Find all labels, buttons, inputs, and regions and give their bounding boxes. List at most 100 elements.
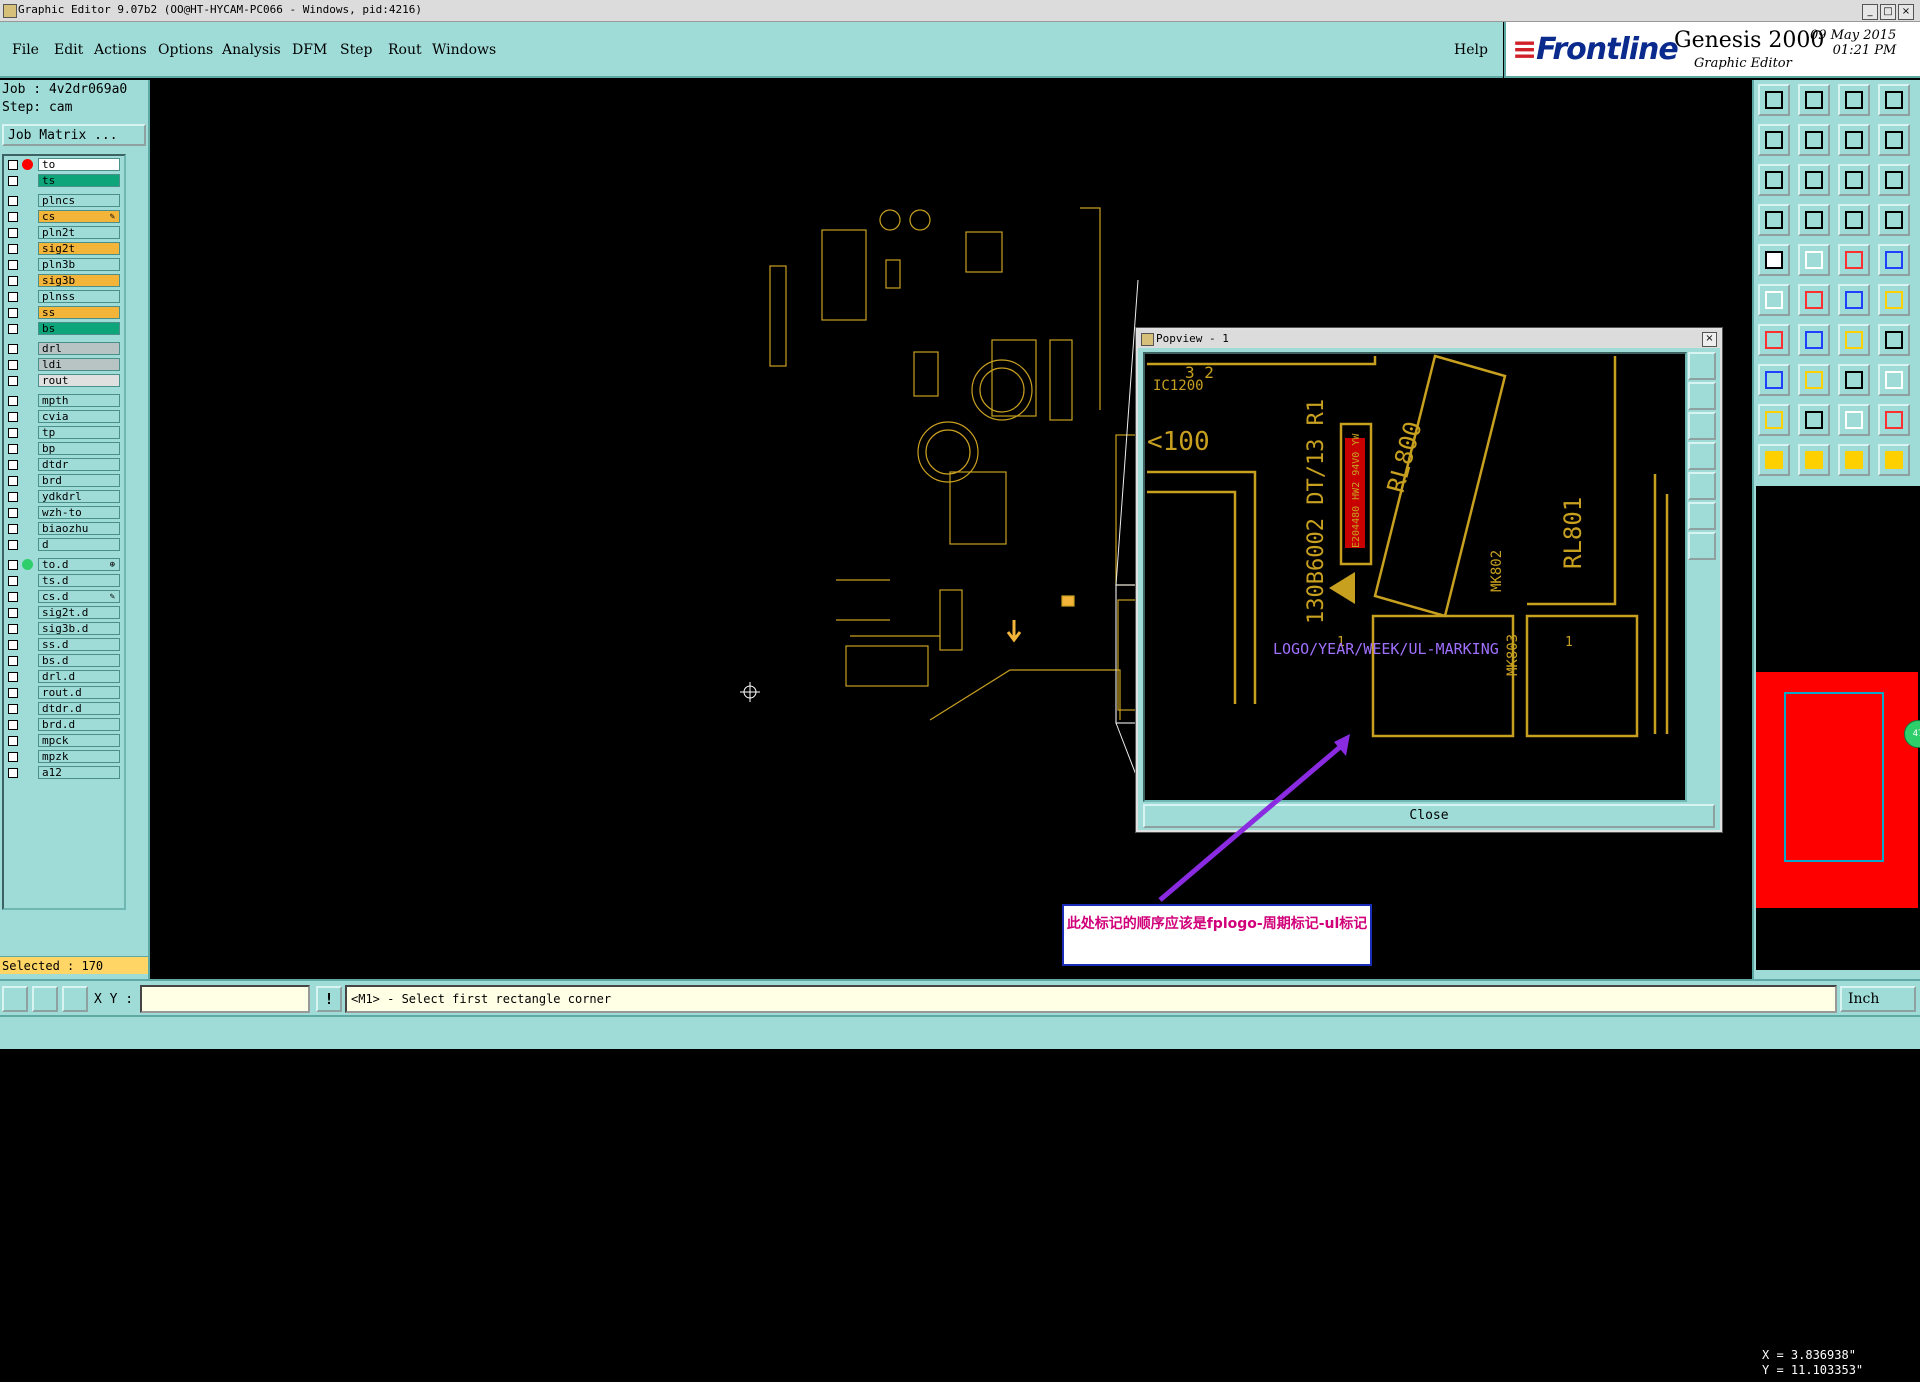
layer-name[interactable]: cvia bbox=[38, 410, 120, 423]
layer-checkbox[interactable] bbox=[8, 460, 18, 470]
layer-checkbox[interactable] bbox=[8, 592, 18, 602]
layer-checkbox[interactable] bbox=[8, 524, 18, 534]
layer-name[interactable]: mpck bbox=[38, 734, 120, 747]
menu-step[interactable]: Step bbox=[340, 42, 372, 58]
layer-name[interactable]: ss bbox=[38, 306, 120, 319]
menu-edit[interactable]: Edit bbox=[54, 42, 83, 58]
layer-name[interactable]: sig2t bbox=[38, 242, 120, 255]
popview-fit-button[interactable] bbox=[1688, 502, 1716, 530]
layer-checkbox[interactable] bbox=[8, 244, 18, 254]
layer-checkbox[interactable] bbox=[8, 176, 18, 186]
layer-row[interactable]: bs.d bbox=[4, 654, 122, 668]
layer-row[interactable]: brd bbox=[4, 474, 122, 488]
popview-home-button[interactable] bbox=[1688, 532, 1716, 560]
layer-row[interactable]: biaozhu bbox=[4, 522, 122, 536]
layer-name[interactable]: rout.d bbox=[38, 686, 120, 699]
popview-close-icon[interactable]: × bbox=[1702, 332, 1717, 347]
layer-checkbox[interactable] bbox=[8, 396, 18, 406]
layer-name[interactable]: cs ✎ bbox=[38, 210, 120, 223]
layer-row[interactable]: ss.d bbox=[4, 638, 122, 652]
layer-name[interactable]: wzh-to bbox=[38, 506, 120, 519]
layer-checkbox[interactable] bbox=[8, 720, 18, 730]
layer-name[interactable]: pln3b bbox=[38, 258, 120, 271]
layer-checkbox[interactable] bbox=[8, 736, 18, 746]
menu-dfm[interactable]: DFM bbox=[292, 42, 327, 58]
tool-button[interactable] bbox=[1798, 444, 1830, 476]
tool-button[interactable] bbox=[1838, 364, 1870, 396]
layer-name[interactable]: ts.d bbox=[38, 574, 120, 587]
popview-pan-right-button[interactable] bbox=[1688, 472, 1716, 500]
tool-button[interactable] bbox=[1758, 444, 1790, 476]
tool-button[interactable] bbox=[1878, 444, 1910, 476]
tool-button[interactable] bbox=[1798, 324, 1830, 356]
layer-checkbox[interactable] bbox=[8, 412, 18, 422]
layer-row[interactable]: sig2t bbox=[4, 242, 122, 256]
tool-button[interactable] bbox=[1878, 284, 1910, 316]
menu-file[interactable]: File bbox=[12, 42, 39, 58]
layer-name[interactable]: to bbox=[38, 158, 120, 171]
layer-checkbox[interactable] bbox=[8, 260, 18, 270]
tool-button[interactable] bbox=[1878, 124, 1910, 156]
tool-button[interactable] bbox=[1838, 404, 1870, 436]
bottom-tool-2-button[interactable] bbox=[32, 986, 58, 1012]
layer-row[interactable]: ts bbox=[4, 174, 122, 188]
tool-button[interactable] bbox=[1878, 164, 1910, 196]
layer-name[interactable]: d bbox=[38, 538, 120, 551]
layer-row[interactable]: plnss bbox=[4, 290, 122, 304]
tool-button[interactable] bbox=[1878, 204, 1910, 236]
units-select[interactable]: Inch bbox=[1840, 986, 1916, 1012]
layer-name[interactable]: sig3b.d bbox=[38, 622, 120, 635]
xy-input[interactable] bbox=[140, 985, 310, 1013]
layer-row[interactable]: brd.d bbox=[4, 718, 122, 732]
tool-button[interactable] bbox=[1758, 324, 1790, 356]
tool-button[interactable] bbox=[1758, 124, 1790, 156]
layer-name[interactable]: brd.d bbox=[38, 718, 120, 731]
layer-checkbox[interactable] bbox=[8, 492, 18, 502]
layer-row[interactable]: sig2t.d bbox=[4, 606, 122, 620]
layer-checkbox[interactable] bbox=[8, 324, 18, 334]
layer-checkbox[interactable] bbox=[8, 292, 18, 302]
tool-button[interactable] bbox=[1798, 84, 1830, 116]
layer-row[interactable]: to.d ⊕ bbox=[4, 558, 122, 572]
layer-name[interactable]: bs bbox=[38, 322, 120, 335]
layer-name[interactable]: tp bbox=[38, 426, 120, 439]
layer-row[interactable]: cs.d ✎ bbox=[4, 590, 122, 604]
layer-name[interactable]: ss.d bbox=[38, 638, 120, 651]
tool-button[interactable] bbox=[1838, 84, 1870, 116]
layer-row[interactable]: plncs bbox=[4, 194, 122, 208]
layer-name[interactable]: to.d ⊕ bbox=[38, 558, 120, 571]
tool-button[interactable] bbox=[1798, 204, 1830, 236]
menu-analysis[interactable]: Analysis bbox=[222, 42, 281, 58]
layer-name[interactable]: plnss bbox=[38, 290, 120, 303]
tool-button[interactable] bbox=[1758, 404, 1790, 436]
layer-name[interactable]: dtdr bbox=[38, 458, 120, 471]
menu-rout[interactable]: Rout bbox=[388, 42, 422, 58]
tool-button[interactable] bbox=[1838, 164, 1870, 196]
menu-windows[interactable]: Windows bbox=[432, 42, 496, 58]
layer-name[interactable]: bp bbox=[38, 442, 120, 455]
layer-row[interactable]: d bbox=[4, 538, 122, 552]
layer-row[interactable]: sig3b.d bbox=[4, 622, 122, 636]
close-window-button[interactable]: × bbox=[1898, 4, 1914, 20]
layer-name[interactable]: rout bbox=[38, 374, 120, 387]
layer-name[interactable]: biaozhu bbox=[38, 522, 120, 535]
layer-row[interactable]: cs ✎ bbox=[4, 210, 122, 224]
tool-button[interactable] bbox=[1798, 244, 1830, 276]
layer-row[interactable]: dtdr bbox=[4, 458, 122, 472]
layer-checkbox[interactable] bbox=[8, 752, 18, 762]
layer-row[interactable]: to bbox=[4, 158, 122, 172]
layer-checkbox[interactable] bbox=[8, 624, 18, 634]
layer-name[interactable]: plncs bbox=[38, 194, 120, 207]
tool-button[interactable] bbox=[1758, 364, 1790, 396]
layer-row[interactable]: bs bbox=[4, 322, 122, 336]
layer-name[interactable]: cs.d ✎ bbox=[38, 590, 120, 603]
layer-row[interactable]: cvia bbox=[4, 410, 122, 424]
layer-name[interactable]: brd bbox=[38, 474, 120, 487]
layer-checkbox[interactable] bbox=[8, 560, 18, 570]
popview-pan-up-button[interactable] bbox=[1688, 382, 1716, 410]
layer-name[interactable]: sig3b bbox=[38, 274, 120, 287]
layer-row[interactable]: ydkdrl bbox=[4, 490, 122, 504]
layer-checkbox[interactable] bbox=[8, 768, 18, 778]
layer-checkbox[interactable] bbox=[8, 228, 18, 238]
layer-checkbox[interactable] bbox=[8, 196, 18, 206]
